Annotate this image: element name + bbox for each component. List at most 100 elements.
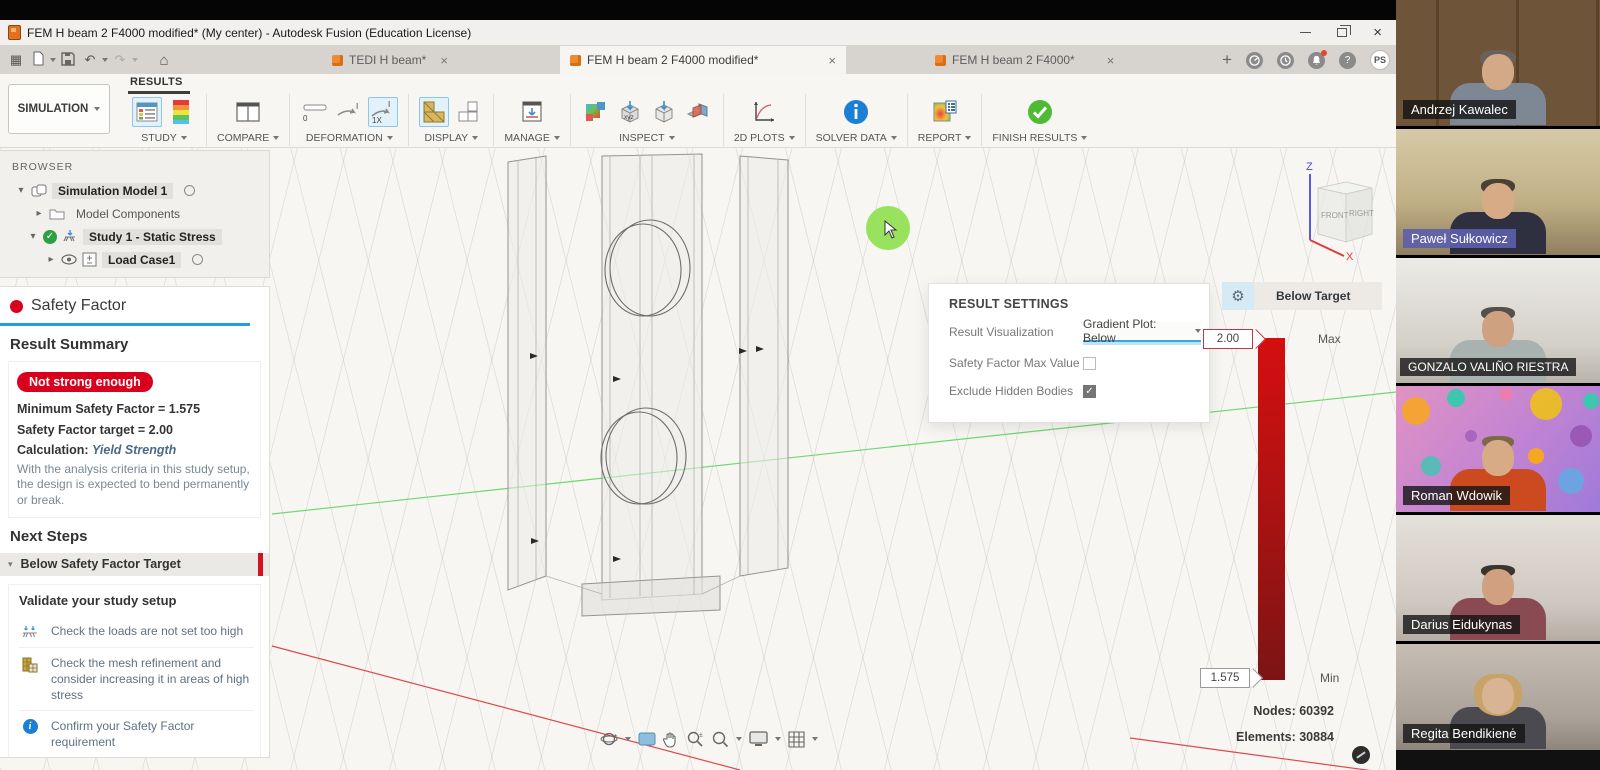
tree-item-study-1[interactable]: ▾ ✓ Study 1 - Static Stress [0, 225, 269, 248]
display-settings-chevron-icon[interactable] [775, 737, 781, 741]
save-icon[interactable] [58, 52, 78, 69]
2d-plots-icon[interactable] [749, 97, 779, 127]
visibility-ring-icon[interactable] [184, 185, 195, 196]
participant-name: Darius Eidukynas [1403, 615, 1520, 634]
ribbon-tab-results[interactable]: RESULTS [130, 76, 183, 88]
deformation-scaled-icon[interactable]: I1X [368, 97, 398, 127]
display-dropdown[interactable]: DISPLAY [425, 132, 479, 144]
eye-icon[interactable] [61, 254, 77, 265]
study-dropdown[interactable]: STUDY [141, 132, 187, 144]
participant-name: Roman Wdowik [1403, 486, 1510, 505]
caret-right-icon[interactable]: ▸ [46, 254, 56, 265]
undo-icon[interactable]: ↶ [80, 52, 100, 68]
step-check-loads[interactable]: Check the loads are not set too high [19, 616, 254, 648]
participant-tile[interactable]: Paweł Sułkowicz [1396, 129, 1600, 255]
orbit-chevron-icon[interactable] [625, 737, 631, 741]
display-settings-icon[interactable] [749, 731, 768, 747]
pan-hand-icon[interactable] [663, 731, 679, 748]
exclude-hidden-checkbox[interactable]: ✓ [1083, 385, 1096, 398]
file-menu-icon[interactable] [28, 51, 48, 69]
participant-tile[interactable]: Andrzej Kawalec [1396, 0, 1600, 126]
group-2d-plots: 2D PLOTS [724, 94, 806, 146]
new-tab-icon[interactable]: + [1222, 50, 1232, 70]
manage-dropdown[interactable]: MANAGE [504, 132, 560, 144]
visualization-dropdown[interactable]: Gradient Plot: Below [1083, 322, 1201, 342]
job-status-icon[interactable] [1246, 52, 1263, 69]
participant-tile[interactable]: Regita Bendikienė [1396, 644, 1600, 770]
caret-right-icon[interactable]: ▸ [34, 208, 44, 219]
help-icon[interactable]: ? [1339, 52, 1356, 69]
tree-item-load-case[interactable]: ▸ Load Case1 [0, 248, 269, 271]
participant-name: Regita Bendikienė [1403, 724, 1525, 743]
tab-fem-h-beam[interactable]: FEM H beam 2 F4000* × [925, 46, 1124, 74]
caret-down-icon[interactable]: ▾ [16, 185, 26, 196]
grid-settings-icon[interactable] [788, 731, 805, 748]
report-icon[interactable] [930, 97, 960, 127]
tab-close-icon[interactable]: × [828, 53, 836, 68]
visibility-ring-icon[interactable] [192, 254, 203, 265]
step-confirm-requirement[interactable]: i Confirm your Safety Factor requirement [19, 711, 254, 758]
minimize-button[interactable] [1300, 32, 1311, 34]
mesh-refine-icon [19, 655, 41, 674]
fit-chevron-icon[interactable] [736, 737, 742, 741]
report-dropdown[interactable]: REPORT [918, 132, 972, 144]
participant-tile[interactable]: GONZALO VALIÑO RIESTRA [1396, 258, 1600, 384]
tab-fem-h-beam-modified[interactable]: FEM H beam 2 F4000 modified* × [560, 46, 846, 74]
step-check-mesh[interactable]: Check the mesh refinement and consider i… [19, 648, 254, 712]
zoom-icon[interactable]: ± [686, 730, 704, 748]
grid-settings-chevron-icon[interactable] [812, 737, 818, 741]
inspect-results-icon[interactable] [581, 97, 611, 127]
close-button[interactable]: × [1373, 28, 1382, 38]
finish-results-icon[interactable] [1025, 97, 1055, 127]
inspect-probe-icon[interactable] [649, 97, 679, 127]
deformation-none-icon[interactable]: 0 [300, 97, 330, 127]
display-mesh-icon[interactable] [419, 97, 449, 127]
look-at-icon[interactable] [638, 732, 656, 746]
orbit-icon[interactable] [600, 730, 618, 748]
caret-down-icon: ▾ [8, 559, 13, 570]
history-clock-icon[interactable] [1277, 52, 1294, 69]
info-icon: i [19, 718, 41, 734]
inspect-dropdown[interactable]: INSPECT [619, 132, 675, 144]
restore-button[interactable] [1337, 28, 1347, 37]
display-split-icon[interactable] [453, 97, 483, 127]
tab-close-icon[interactable]: × [1107, 53, 1115, 68]
tab-tedi-h-beam[interactable]: TEDI H beam* × [322, 46, 458, 74]
home-icon[interactable]: ⌂ [154, 52, 174, 69]
workspace-selector[interactable]: SIMULATION [8, 84, 110, 134]
tree-item-model-components[interactable]: ▸ Model Components [0, 202, 269, 225]
app-grid-icon[interactable]: ▦ [6, 52, 26, 68]
legend-min-value[interactable]: 1.575 [1200, 668, 1250, 688]
result-type-row[interactable]: Safety Factor [0, 287, 269, 321]
user-avatar[interactable]: PS [1370, 50, 1390, 70]
solver-data-icon[interactable] [841, 97, 871, 127]
2d-plots-dropdown[interactable]: 2D PLOTS [734, 132, 795, 144]
study-legend-icon[interactable] [166, 97, 196, 127]
deformation-dropdown[interactable]: DEFORMATION [306, 132, 393, 144]
meeting-overlay-icon[interactable] [1352, 746, 1370, 764]
below-target-collapsible-row[interactable]: ▾ Below Safety Factor Target [0, 553, 269, 576]
viewcube[interactable]: Z X FRONT RIGHT [1280, 156, 1390, 266]
solver-data-dropdown[interactable]: SOLVER DATA [816, 132, 897, 144]
notifications-bell-icon[interactable] [1308, 52, 1325, 69]
inspect-probe-xyz-icon[interactable]: xyz [615, 97, 645, 127]
finish-results-dropdown[interactable]: FINISH RESULTS [992, 132, 1087, 144]
legend-settings-gear-icon[interactable]: ⚙ [1222, 282, 1254, 310]
deformation-actual-icon[interactable]: I [334, 97, 364, 127]
compare-dropdown[interactable]: COMPARE [217, 132, 279, 144]
caret-down-icon[interactable]: ▾ [28, 231, 38, 242]
participant-tile[interactable]: Roman Wdowik [1396, 386, 1600, 512]
undo-chevron-icon[interactable] [102, 58, 108, 62]
participant-tile[interactable]: Darius Eidukynas [1396, 515, 1600, 641]
fit-icon[interactable] [711, 730, 729, 748]
manage-icon[interactable] [517, 97, 547, 127]
inspect-slice-icon[interactable] [683, 97, 713, 127]
legend-max-value[interactable]: 2.00 [1203, 329, 1253, 349]
compare-icon[interactable] [233, 97, 263, 127]
max-value-checkbox[interactable] [1083, 357, 1096, 370]
tree-item-simulation-model[interactable]: ▾ Simulation Model 1 [0, 179, 269, 202]
study-details-icon[interactable] [132, 97, 162, 127]
tab-close-icon[interactable]: × [440, 53, 448, 68]
file-menu-chevron-icon[interactable] [50, 58, 56, 62]
h-beam-model[interactable] [490, 148, 810, 618]
